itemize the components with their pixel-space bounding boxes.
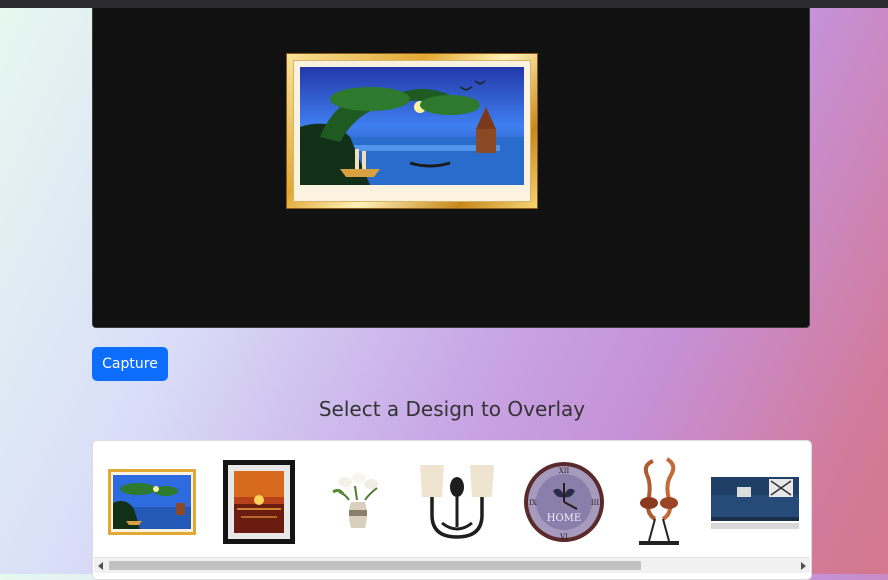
- landscape-painting-icon: [300, 67, 524, 185]
- clock-home-text: HOME: [547, 513, 581, 524]
- svg-text:III: III: [591, 499, 600, 507]
- camera-preview: [92, 8, 810, 328]
- scroll-left-arrow-icon[interactable]: [94, 558, 108, 573]
- design-thumb-sunset-painting[interactable]: [217, 455, 301, 549]
- scrollbar-thumb[interactable]: [109, 561, 641, 570]
- design-thumb-landscape-painting[interactable]: [107, 455, 197, 549]
- svg-text:VI: VI: [559, 533, 568, 541]
- design-thumb-flamingo-sculpture[interactable]: [627, 455, 691, 549]
- wall-sconce-icon: [420, 465, 494, 539]
- design-thumb-wall-sconce[interactable]: [413, 455, 501, 549]
- sofa-icon: [711, 477, 799, 529]
- gallery-horizontal-scrollbar[interactable]: [94, 557, 810, 573]
- capture-button[interactable]: Capture: [92, 347, 168, 381]
- design-gallery-title: Select a Design to Overlay: [318, 397, 586, 421]
- design-gallery: XII III VI IX HOME: [92, 440, 812, 580]
- design-thumb-sofa[interactable]: [705, 455, 805, 549]
- flamingo-sculpture-icon: [639, 457, 679, 545]
- overlay-framed-painting[interactable]: [287, 54, 537, 208]
- landscape-painting-icon: [108, 469, 196, 535]
- browser-top-bar: [0, 0, 888, 8]
- svg-text:IX: IX: [529, 499, 537, 507]
- design-thumb-wall-clock[interactable]: XII III VI IX HOME: [521, 455, 607, 549]
- flower-vase-icon: [332, 473, 378, 528]
- svg-text:XII: XII: [559, 467, 570, 475]
- design-thumb-flower-vase[interactable]: [325, 455, 391, 549]
- sunset-painting-icon: [223, 460, 295, 544]
- scroll-right-arrow-icon[interactable]: [796, 558, 810, 573]
- wall-clock-icon: XII III VI IX HOME: [524, 462, 604, 542]
- overlay-painting-mat: [293, 60, 531, 202]
